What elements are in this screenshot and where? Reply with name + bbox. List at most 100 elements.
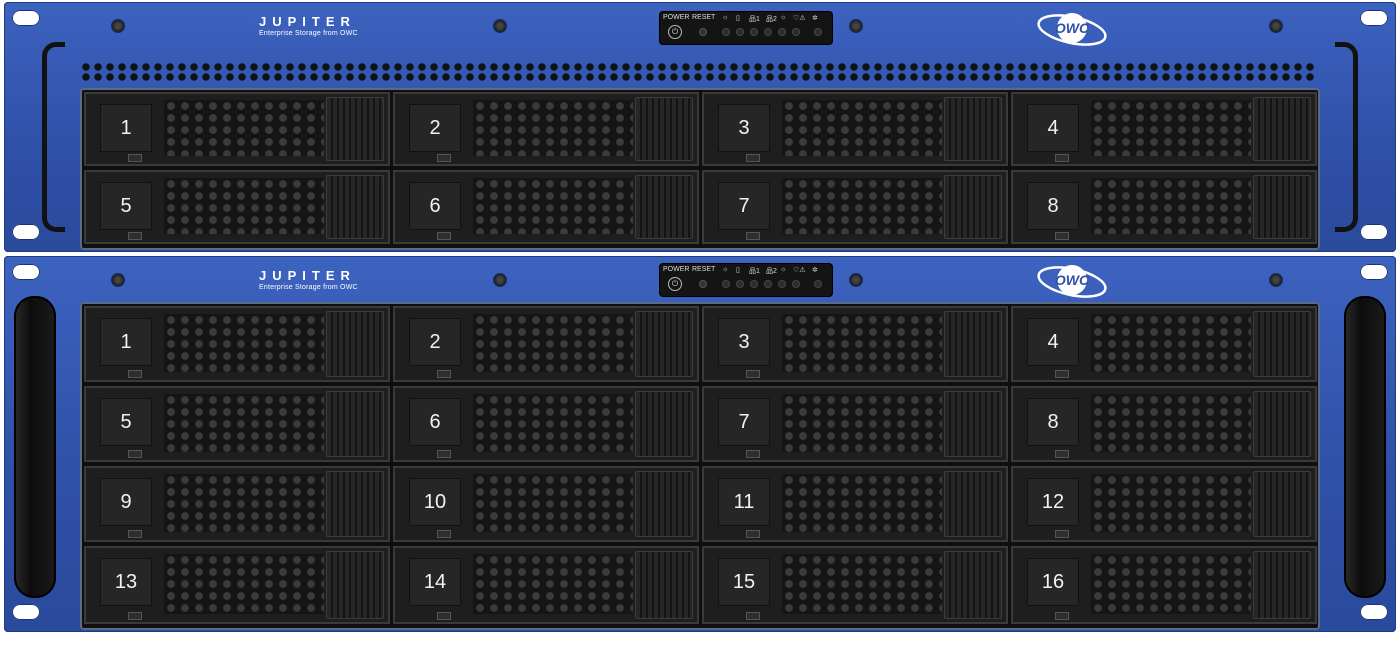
bay-vent	[164, 554, 324, 614]
bay-latch[interactable]	[326, 311, 384, 377]
mount-slot	[12, 264, 40, 280]
drive-bay[interactable]: 9	[84, 466, 390, 542]
bay-vent	[782, 314, 942, 372]
bay-latch[interactable]	[635, 391, 693, 457]
temperature-icon: ☼	[780, 14, 787, 21]
bay-latch[interactable]	[944, 97, 1002, 161]
bay-vent	[1091, 100, 1251, 156]
bay-latch[interactable]	[944, 311, 1002, 377]
fan-icon: ✲	[812, 267, 818, 274]
drive-bay[interactable]: 8	[1011, 170, 1317, 244]
bay-latch[interactable]	[635, 551, 693, 619]
rack-handle-left[interactable]	[14, 296, 56, 598]
bay-latch[interactable]	[1253, 175, 1311, 239]
bay-tab	[746, 232, 760, 240]
bay-number: 9	[100, 478, 152, 526]
logo-text: OWC	[1055, 272, 1090, 288]
drive-icon: ▯	[736, 15, 740, 22]
rack-ear-right	[1322, 256, 1396, 632]
bay-tab	[1055, 612, 1069, 620]
screw	[1270, 20, 1282, 32]
bay-latch[interactable]	[1253, 471, 1311, 537]
bay-tab	[1055, 370, 1069, 378]
rack-handle-right[interactable]	[1335, 42, 1358, 232]
screw	[850, 274, 862, 286]
drive-bay[interactable]: 15	[702, 546, 1008, 624]
status-led	[778, 28, 786, 36]
bay-latch[interactable]	[635, 175, 693, 239]
status-led	[722, 28, 730, 36]
power-icon[interactable]: ⏻	[668, 277, 682, 291]
bay-tab	[128, 370, 142, 378]
reset-button[interactable]	[700, 281, 706, 287]
power-label: POWER	[663, 14, 690, 21]
bay-number: 10	[409, 478, 461, 526]
bay-vent	[164, 314, 324, 372]
bay-latch[interactable]	[944, 471, 1002, 537]
bay-tab	[437, 232, 451, 240]
status-led	[750, 28, 758, 36]
drive-bay[interactable]: 7	[702, 386, 1008, 462]
mount-slot	[1360, 264, 1388, 280]
bay-latch[interactable]	[944, 391, 1002, 457]
drive-bay[interactable]: 2	[393, 92, 699, 166]
drive-bay[interactable]: 7	[702, 170, 1008, 244]
bay-number: 12	[1027, 478, 1079, 526]
bay-number: 5	[100, 182, 152, 230]
drive-bay[interactable]: 2	[393, 306, 699, 382]
rack-ear-right	[1322, 2, 1396, 252]
reset-button[interactable]	[700, 29, 706, 35]
drive-bay[interactable]: 13	[84, 546, 390, 624]
bay-number: 14	[409, 558, 461, 606]
drive-bay[interactable]: 6	[393, 386, 699, 462]
drive-bay[interactable]: 1	[84, 306, 390, 382]
storage-unit-3u: JUPITER Enterprise Storage from OWC POWE…	[4, 256, 1396, 632]
bay-latch[interactable]	[635, 97, 693, 161]
drive-bay[interactable]: 16	[1011, 546, 1317, 624]
bay-latch[interactable]	[326, 97, 384, 161]
bay-tab	[437, 530, 451, 538]
network-1-icon: 品1	[749, 268, 760, 275]
bay-latch[interactable]	[1253, 391, 1311, 457]
brand-label: JUPITER Enterprise Storage from OWC	[259, 268, 358, 291]
rack-handle-left[interactable]	[42, 42, 65, 232]
bay-vent	[782, 394, 942, 452]
drive-bay[interactable]: 4	[1011, 92, 1317, 166]
drive-bay[interactable]: 1	[84, 92, 390, 166]
bay-latch[interactable]	[326, 391, 384, 457]
drive-bay[interactable]: 4	[1011, 306, 1317, 382]
bay-latch[interactable]	[326, 175, 384, 239]
bay-number: 1	[100, 104, 152, 152]
drive-bay[interactable]: 3	[702, 92, 1008, 166]
bay-latch[interactable]	[635, 311, 693, 377]
drive-bay[interactable]: 8	[1011, 386, 1317, 462]
drive-bay[interactable]: 6	[393, 170, 699, 244]
rack-handle-right[interactable]	[1344, 296, 1386, 598]
bay-latch[interactable]	[1253, 311, 1311, 377]
bay-latch[interactable]	[1253, 551, 1311, 619]
bay-latch[interactable]	[635, 471, 693, 537]
storage-unit-2u: JUPITER Enterprise Storage from OWC POWE…	[4, 2, 1396, 252]
mount-slot	[12, 224, 40, 240]
drive-bay[interactable]: 5	[84, 386, 390, 462]
bay-latch[interactable]	[326, 551, 384, 619]
network-2-icon: 品2	[766, 16, 777, 23]
drive-bay[interactable]: 12	[1011, 466, 1317, 542]
bay-latch[interactable]	[1253, 97, 1311, 161]
bay-latch[interactable]	[944, 175, 1002, 239]
drive-bay[interactable]: 10	[393, 466, 699, 542]
bay-latch[interactable]	[326, 471, 384, 537]
bay-vent	[782, 474, 942, 532]
bay-number: 15	[718, 558, 770, 606]
drive-bay[interactable]: 14	[393, 546, 699, 624]
drive-bay[interactable]: 11	[702, 466, 1008, 542]
power-icon[interactable]: ⏻	[668, 25, 682, 39]
drive-icon: ▯	[736, 267, 740, 274]
drive-bay[interactable]: 5	[84, 170, 390, 244]
bay-latch[interactable]	[944, 551, 1002, 619]
bay-vent	[782, 178, 942, 234]
bay-number: 8	[1027, 182, 1079, 230]
drive-bay[interactable]: 3	[702, 306, 1008, 382]
network-1-icon: 品1	[749, 16, 760, 23]
temperature-icon: ☼	[780, 266, 787, 273]
